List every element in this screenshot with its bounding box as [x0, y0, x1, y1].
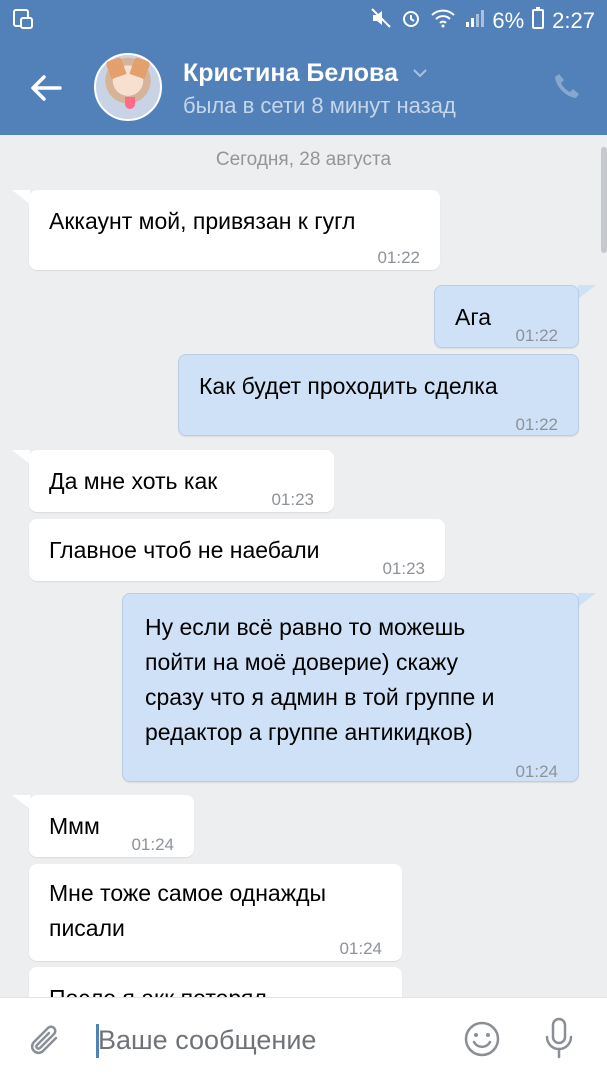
conversation-header: Кристина Белова была в сети 8 минут наза…: [0, 40, 607, 135]
message-time: 01:22: [515, 415, 558, 434]
message-input[interactable]: [98, 1020, 448, 1060]
message-outgoing[interactable]: Ну если всё равно то можешь пойти на моё…: [122, 593, 579, 782]
message-incoming[interactable]: Ммм 01:24: [29, 795, 194, 857]
date-separator: Сегодня, 28 августа: [215, 149, 392, 170]
status-time: 2:27: [552, 8, 595, 33]
message-text: Главное чтоб не наебали: [49, 537, 320, 563]
microphone-icon[interactable]: [544, 1017, 574, 1059]
phone-icon[interactable]: [551, 70, 583, 102]
message-time: 01:24: [339, 939, 382, 958]
alarm-icon: [400, 7, 422, 35]
contact-avatar[interactable]: [94, 53, 162, 121]
message-incoming[interactable]: Мне тоже самое однажды писали 01:24: [29, 864, 402, 961]
message-text: Ага: [455, 304, 492, 330]
mute-icon: [370, 7, 392, 35]
smile-icon[interactable]: [463, 1020, 501, 1058]
chevron-down-icon[interactable]: [412, 68, 428, 78]
message-composer: [0, 997, 607, 1080]
message-time: 01:23: [382, 559, 425, 578]
bubble-tail: [12, 795, 30, 809]
message-text: Аккаунт мой, привязан к гугл: [49, 208, 356, 234]
paperclip-icon[interactable]: [28, 1020, 64, 1060]
message-incoming[interactable]: После я акк потерял: [29, 967, 402, 997]
message-incoming[interactable]: Аккаунт мой, привязан к гугл 01:22: [29, 190, 440, 270]
message-incoming[interactable]: Главное чтоб не наебали 01:23: [29, 519, 445, 581]
contact-name[interactable]: Кристина Белова: [183, 59, 398, 88]
back-arrow-icon[interactable]: [28, 70, 64, 106]
bubble-tail: [12, 450, 30, 464]
bubble-tail: [578, 285, 596, 299]
message-outgoing[interactable]: Ага 01:22: [434, 285, 579, 348]
wifi-icon: [430, 7, 456, 35]
message-text: После я акк потерял: [49, 981, 267, 997]
message-time: 01:22: [515, 326, 558, 345]
message-list[interactable]: Сегодня, 28 августа Аккаунт мой, привяза…: [0, 135, 607, 997]
message-text: Да мне хоть как: [49, 468, 218, 494]
message-time: 01:24: [131, 835, 174, 854]
message-time: 01:24: [515, 762, 558, 781]
gallery-notification-icon: [12, 8, 34, 36]
message-text: Ну если всё равно то можешь пойти на моё…: [145, 614, 495, 745]
message-outgoing[interactable]: Как будет проходить сделка 01:22: [178, 354, 579, 436]
bubble-tail: [578, 593, 596, 607]
battery-icon: [532, 7, 545, 35]
contact-last-seen: была в сети 8 минут назад: [183, 93, 456, 118]
message-incoming[interactable]: Да мне хоть как 01:23: [29, 450, 334, 512]
message-time: 01:23: [271, 490, 314, 509]
app-header-bar: 6% 2:27 Кристина Белова была в сети 8 ми…: [0, 0, 607, 135]
message-text: Мне тоже самое однажды писали: [49, 880, 327, 941]
bubble-tail: [12, 190, 30, 204]
status-bar: 6% 2:27: [0, 0, 607, 40]
message-text: Ммм: [49, 813, 100, 839]
message-time: 01:22: [377, 248, 420, 267]
message-text: Как будет проходить сделка: [199, 373, 498, 399]
signal-icon: [464, 8, 485, 34]
battery-percent: 6%: [492, 8, 525, 33]
